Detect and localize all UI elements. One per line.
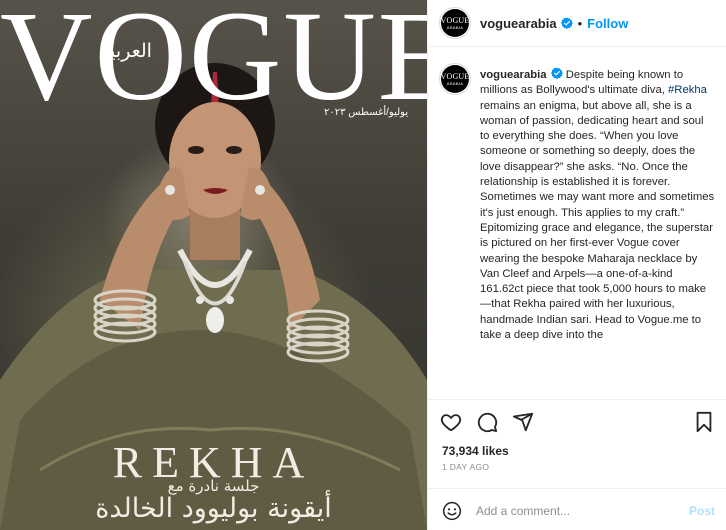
post-image[interactable]: VOGUE العربية يوليو/أغسطس ٢٠٢٣ REKHA جلس… [0,0,427,530]
post-comment-button[interactable]: Post [689,504,715,518]
post-timestamp[interactable]: 1 DAY AGO [442,462,489,472]
comment-input[interactable] [476,501,676,521]
cover-arabic-headline: أيقونة بوليوود الخالدة [95,493,332,524]
cover-issue-date: يوليو/أغسطس ٢٠٢٣ [324,107,409,118]
emoji-icon[interactable] [442,501,462,521]
share-icon[interactable] [512,411,534,433]
cover-arabic-brand: العربية [100,40,152,62]
avatar-logo-line1: VOGUE [440,15,470,25]
caption-avatar-line2: ARABIA [446,80,464,86]
caption-area[interactable]: VOGUE ARABIA voguearabia Despite being k… [428,47,726,399]
hashtag-link[interactable]: #Rekha [668,84,707,96]
caption-verified-badge-icon [550,67,563,79]
vogue-logo: VOGUE [0,0,427,127]
post-header: VOGUE ARABIA voguearabia • Follow [428,0,726,47]
comment-icon[interactable] [476,411,498,433]
avatar[interactable]: VOGUE ARABIA [439,7,471,39]
caption-avatar[interactable]: VOGUE ARABIA [439,63,471,95]
caption-body-rest: remains an enigma, but above all, she is… [480,99,715,342]
action-bar [428,399,726,439]
follow-button[interactable]: Follow [587,16,628,31]
caption-avatar-line1: VOGUE [440,71,470,81]
comment-bar: Post [428,488,726,530]
heart-icon[interactable] [440,411,462,433]
bookmark-icon[interactable] [693,411,715,433]
header-separator: • [577,15,583,31]
caption-text: voguearabia Despite being known to milli… [480,67,715,399]
post-side-panel: VOGUE ARABIA voguearabia • Follow VOGUE … [427,0,726,530]
likes-count[interactable]: 73,934 likes [442,444,509,458]
header-username[interactable]: voguearabia [480,16,557,31]
verified-badge-icon [560,17,573,29]
caption-avatar-logo: VOGUE ARABIA [441,65,469,93]
avatar-logo-line2: ARABIA [446,24,464,30]
avatar-logo: VOGUE ARABIA [441,9,469,37]
caption-username[interactable]: voguearabia [480,69,547,81]
